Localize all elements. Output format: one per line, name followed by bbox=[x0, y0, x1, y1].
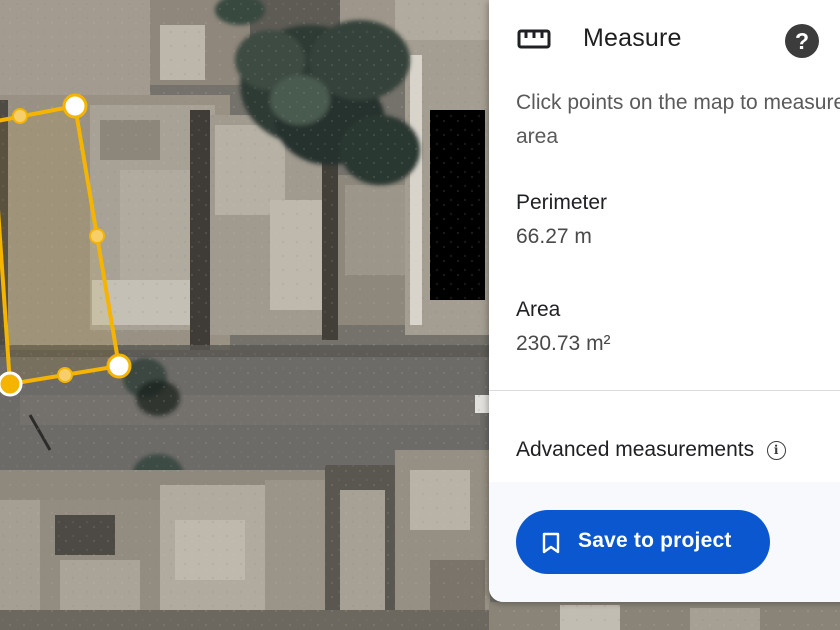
save-button-label: Save to project bbox=[578, 529, 732, 552]
info-icon[interactable]: i bbox=[766, 440, 786, 460]
ruler-icon bbox=[517, 29, 551, 49]
advanced-measurements-label: Advanced measurements bbox=[516, 438, 755, 461]
measure-panel: Measure ? Click points on the map to mea… bbox=[489, 0, 840, 602]
instructions-text: Click points on the map to measure area bbox=[516, 91, 840, 148]
measure-screen: Measure ? Click points on the map to mea… bbox=[0, 0, 840, 630]
divider bbox=[489, 390, 840, 391]
bookmark-icon bbox=[542, 532, 560, 554]
help-icon[interactable]: ? bbox=[785, 24, 819, 58]
polygon-midpoint-handle[interactable] bbox=[89, 228, 105, 244]
polygon-midpoint-handle[interactable] bbox=[12, 108, 28, 124]
panel-header: Measure ? bbox=[489, 0, 840, 80]
area-label: Area bbox=[516, 298, 561, 321]
panel-footer: Save to project bbox=[489, 482, 840, 602]
polygon-vertex-handle[interactable] bbox=[0, 371, 23, 397]
polygon-vertex-handle[interactable] bbox=[106, 353, 132, 379]
polygon-midpoint-handle[interactable] bbox=[57, 367, 73, 383]
advanced-measurements-toggle[interactable]: Advanced measurements i bbox=[516, 438, 786, 466]
polygon-vertex-handle[interactable] bbox=[62, 93, 88, 119]
perimeter-value: 66.27 m bbox=[516, 225, 592, 248]
save-to-project-button[interactable]: Save to project bbox=[516, 510, 770, 574]
panel-title: Measure bbox=[583, 24, 682, 52]
perimeter-label: Perimeter bbox=[516, 191, 608, 214]
area-value: 230.73 m² bbox=[516, 332, 611, 355]
